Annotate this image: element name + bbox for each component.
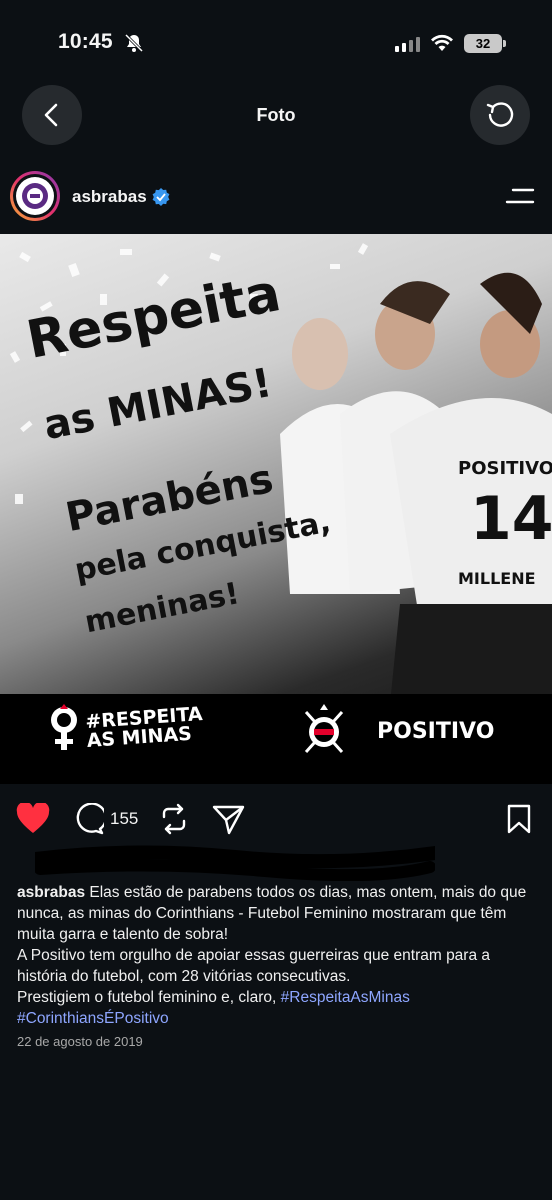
jersey-sponsor: POSITIVO	[458, 458, 552, 479]
bell-muted-icon	[124, 33, 144, 53]
cellular-signal-icon	[395, 37, 420, 52]
repost-icon[interactable]	[158, 803, 190, 835]
corinthians-logo-icon	[22, 183, 48, 209]
positivo-logo: POSITIVO	[377, 719, 495, 744]
post-date: 22 de agosto de 2019	[17, 1034, 143, 1049]
battery-tip	[503, 40, 506, 47]
hashtag-link[interactable]: #CorinthiansÉPositivo	[17, 1010, 169, 1027]
status-time: 10:45	[58, 30, 113, 53]
refresh-icon	[486, 102, 514, 127]
avatar-image	[16, 177, 54, 215]
bookmark-icon[interactable]	[506, 803, 532, 835]
refresh-button[interactable]	[470, 85, 530, 145]
comments-count: 155	[110, 809, 139, 828]
post-caption: asbrabas Elas estão de parabens todos os…	[17, 882, 537, 1029]
corinthians-crest-icon	[304, 704, 344, 754]
battery-indicator: 32	[464, 34, 502, 53]
redacted-likes-scribble	[35, 845, 435, 881]
wifi-icon	[431, 34, 453, 51]
profile-avatar[interactable]	[10, 171, 60, 221]
caption-paragraph-2: A Positivo tem orgulho de apoiar essas g…	[17, 947, 491, 985]
status-bar: 10:45 32	[0, 0, 552, 90]
caption-username[interactable]: asbrabas	[17, 884, 85, 901]
post-username[interactable]: asbrabas	[72, 187, 147, 207]
caption-paragraph-1: asbrabas Elas estão de parabens todos os…	[17, 884, 527, 943]
post-actions: 155	[0, 795, 552, 845]
verified-badge-icon	[152, 188, 170, 206]
players-photo: POSITIVO 14 MILLENE	[280, 272, 552, 704]
respeita-as-minas-logo: #RESPEITA AS MINAS	[48, 703, 203, 753]
jersey-number: 14	[470, 484, 552, 554]
hashtag-logo-line-2: AS MINAS	[86, 722, 193, 753]
post-image[interactable]: POSITIVO 14 MILLENE Respeita as MINAS! P…	[0, 234, 552, 784]
comment-icon[interactable]	[72, 803, 104, 835]
menu-icon[interactable]	[505, 186, 535, 206]
hashtag-link[interactable]: #RespeitaAsMinas	[281, 989, 410, 1006]
jersey-name: MILLENE	[458, 569, 536, 588]
caption-paragraph-3: Prestigiem o futebol feminino e, claro, …	[17, 989, 410, 1006]
share-icon[interactable]	[212, 803, 246, 835]
female-symbol-icon	[51, 704, 77, 750]
heart-icon[interactable]	[16, 803, 50, 835]
